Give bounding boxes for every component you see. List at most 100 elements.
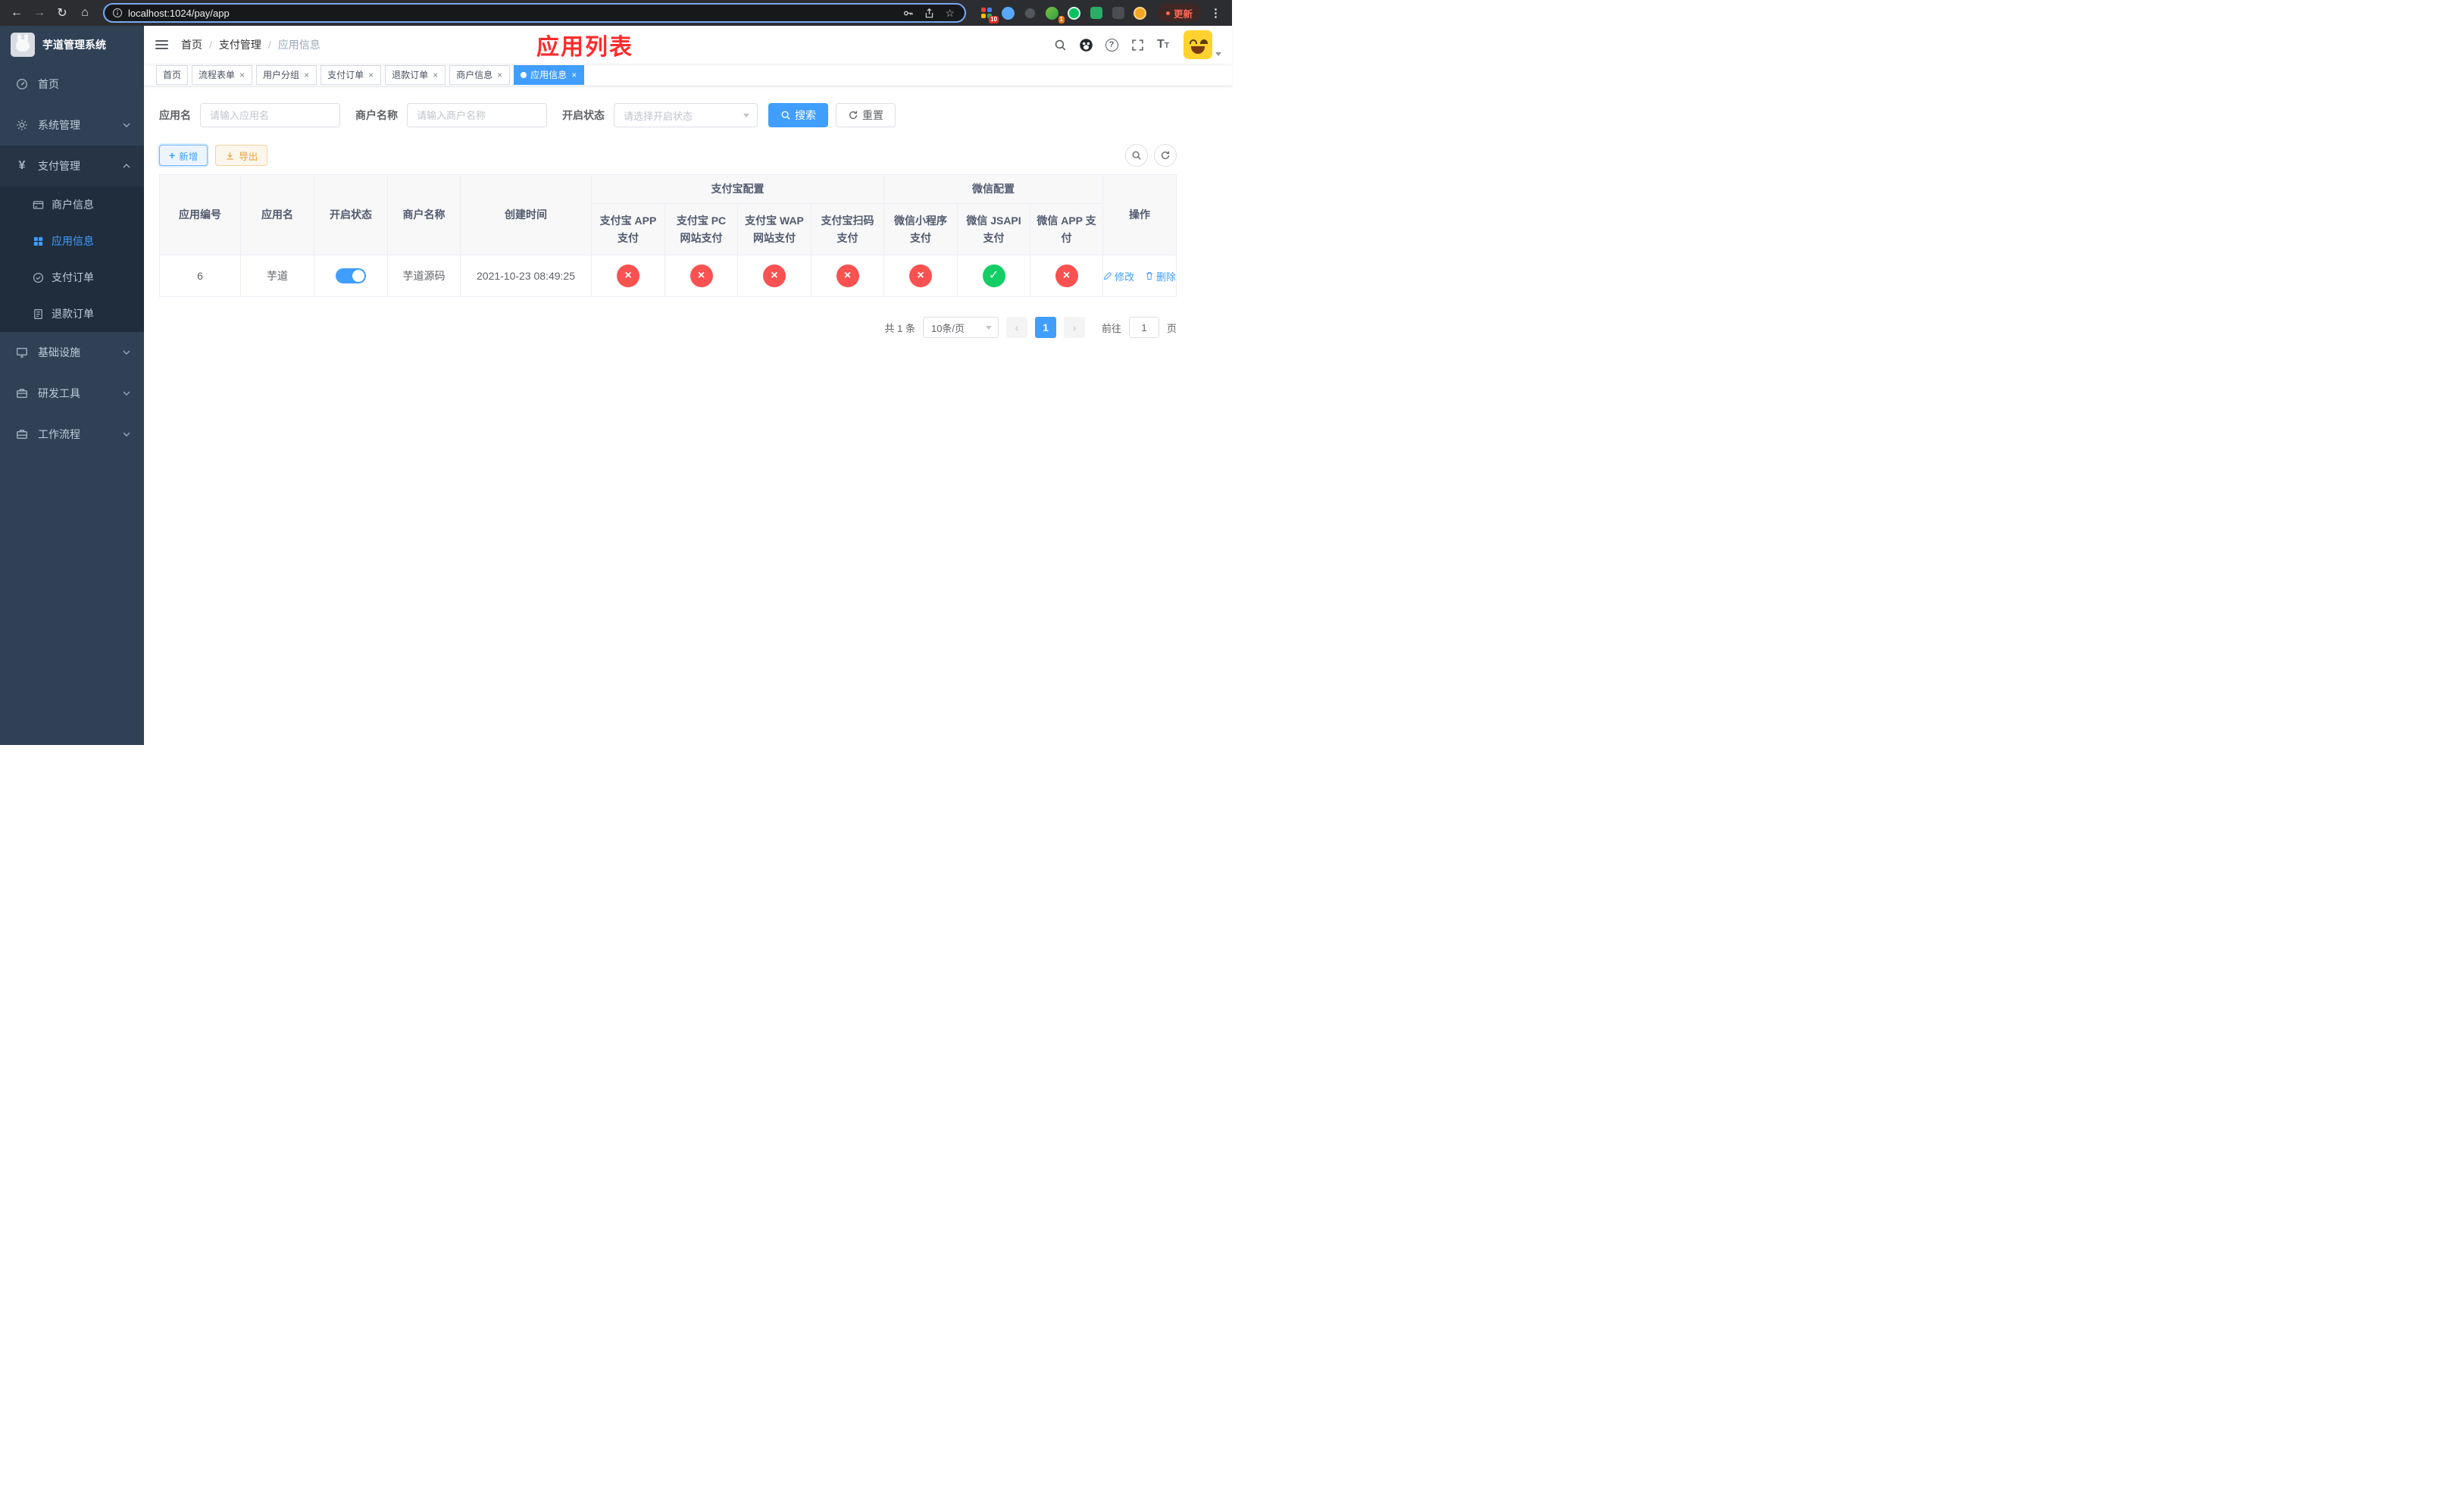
close-icon[interactable]: × [239, 70, 245, 80]
green-chat-extension-icon[interactable] [1088, 5, 1105, 21]
order-icon [32, 272, 44, 283]
alipay-qr-status-icon: × [836, 265, 859, 287]
user-menu[interactable] [1184, 30, 1221, 59]
search-button-label: 搜索 [795, 109, 816, 121]
logo-title: 芋道管理系统 [42, 39, 106, 51]
wx-app-status-icon: × [1055, 265, 1078, 287]
delete-link[interactable]: 删除 [1145, 269, 1176, 283]
face-extension-icon[interactable] [1132, 5, 1149, 21]
col-header-wx-jsapi: 微信 JSAPI 支付 [957, 203, 1030, 255]
dark-extension-icon[interactable] [1022, 5, 1039, 21]
sidebar-item-merchant-info[interactable]: 商户信息 [0, 186, 144, 223]
tab-payment-orders[interactable]: 支付订单 × [321, 64, 382, 85]
sidebar-item-home[interactable]: 首页 [0, 64, 144, 105]
extensions-tray: 10 1 [974, 5, 1153, 23]
parrot-extension-icon[interactable]: 1 [1044, 5, 1065, 23]
sidebar-item-system[interactable]: 系统管理 [0, 105, 144, 146]
cell-name: 芋道 [240, 255, 314, 297]
prev-page-button[interactable]: ‹ [1005, 317, 1027, 338]
extensions-grid-icon[interactable]: 10 [978, 5, 999, 23]
sidebar-item-dev-tools[interactable]: 研发工具 [0, 373, 144, 414]
close-icon[interactable]: × [432, 70, 439, 80]
sidebar-item-refund-orders[interactable]: 退款订单 [0, 296, 144, 332]
github-icon[interactable] [1076, 35, 1096, 55]
filter-form: 应用名 商户名称 开启状态 请选择开启状态 搜索 [159, 103, 1177, 127]
breadcrumb-current: 应用信息 [277, 39, 321, 51]
export-button-label: 导出 [239, 151, 258, 162]
sidebar-item-label: 应用信息 [52, 235, 94, 247]
font-size-icon[interactable]: TT [1153, 35, 1173, 55]
wechat-devtools-extension-icon[interactable] [1066, 5, 1083, 21]
plus-icon: + [169, 149, 176, 161]
hamburger-icon[interactable] [144, 26, 180, 64]
sidebar-item-payment[interactable]: ¥ 支付管理 [0, 146, 144, 186]
browser-update-button[interactable]: 更新 [1157, 4, 1201, 22]
sidebar-item-infrastructure[interactable]: 基础设施 [0, 332, 144, 373]
help-icon[interactable]: ? [1102, 35, 1121, 55]
star-icon[interactable]: ☆ [943, 7, 957, 20]
sidebar-logo[interactable]: 芋道管理系统 [0, 26, 144, 64]
chevron-down-icon [743, 113, 749, 117]
col-header-alipay-app: 支付宝 APP 支付 [591, 203, 665, 255]
pin-extension-icon[interactable] [1110, 5, 1127, 21]
status-select[interactable]: 请选择开启状态 [614, 103, 758, 127]
page-1-button[interactable]: 1 [1034, 317, 1056, 338]
tags-view: 首页 流程表单 × 用户分组 × 支付订单 × 退款订单 × 商户信息 × 应用… [144, 64, 1232, 86]
toggle-search-icon[interactable] [1125, 144, 1148, 167]
sidebar-item-workflow[interactable]: 工作流程 [0, 414, 144, 455]
address-bar[interactable]: localhost:1024/pay/app ☆ [103, 3, 966, 23]
col-header-alipay-wap: 支付宝 WAP 网站支付 [737, 203, 811, 255]
info-icon[interactable] [112, 8, 123, 18]
back-icon[interactable]: ← [6, 2, 27, 23]
next-page-button[interactable]: › [1063, 317, 1085, 338]
goto-page-input[interactable] [1128, 317, 1159, 338]
enabled-switch[interactable] [336, 268, 366, 283]
merchant-name-input[interactable] [407, 103, 547, 127]
sidebar-item-app-info[interactable]: 应用信息 [0, 223, 144, 259]
tab-app-info[interactable]: 应用信息 × [514, 64, 585, 85]
search-icon[interactable] [1050, 35, 1070, 55]
breadcrumb-home[interactable]: 首页 [181, 37, 202, 52]
breadcrumb-separator: / [267, 39, 271, 51]
tab-home[interactable]: 首页 [156, 64, 189, 85]
reload-icon[interactable]: ↻ [52, 2, 73, 23]
tab-merchant-info[interactable]: 商户信息 × [449, 64, 511, 85]
sidebar-item-label: 基础设施 [38, 346, 80, 358]
breadcrumb-separator: / [209, 39, 212, 51]
bank-card-icon [32, 199, 44, 211]
sidebar-item-payment-orders[interactable]: 支付订单 [0, 259, 144, 296]
home-icon[interactable]: ⌂ [74, 2, 95, 23]
share-icon[interactable] [921, 8, 937, 19]
app-name-input[interactable] [200, 103, 340, 127]
search-button[interactable]: 搜索 [768, 103, 828, 127]
breadcrumb-payment[interactable]: 支付管理 [219, 37, 261, 52]
url-text: localhost:1024/pay/app [128, 7, 230, 19]
edit-link[interactable]: 修改 [1103, 269, 1134, 283]
reset-button[interactable]: 重置 [836, 103, 896, 127]
forward-icon[interactable]: → [29, 2, 50, 23]
col-header-id: 应用编号 [159, 174, 241, 255]
chevron-down-icon [123, 391, 130, 396]
tab-user-group[interactable]: 用户分组 × [256, 64, 317, 85]
water-drop-extension-icon[interactable] [1000, 5, 1017, 21]
active-dot [521, 71, 527, 78]
refresh-icon[interactable] [1154, 144, 1177, 167]
key-icon[interactable] [900, 8, 916, 19]
app-table: 应用编号 应用名 开启状态 商户名称 创建时间 支付宝配置 微信配置 操作 支付… [159, 174, 1177, 297]
close-icon[interactable]: × [571, 70, 577, 80]
fullscreen-icon[interactable] [1127, 35, 1147, 55]
tab-label: 退款订单 [392, 70, 429, 80]
close-icon[interactable]: × [367, 70, 374, 80]
sidebar-item-label: 系统管理 [38, 119, 80, 131]
add-button[interactable]: + 新增 [159, 145, 208, 166]
close-icon[interactable]: × [303, 70, 310, 80]
kebab-menu-icon[interactable]: ⋮ [1205, 6, 1226, 20]
close-icon[interactable]: × [496, 70, 503, 80]
export-button[interactable]: 导出 [215, 145, 268, 166]
tab-process-form[interactable]: 流程表单 × [192, 64, 253, 85]
breadcrumb: 首页 / 支付管理 / 应用信息 [181, 37, 321, 52]
tab-refund-orders[interactable]: 退款订单 × [385, 64, 446, 85]
page-size-select[interactable]: 10条/页 [922, 317, 999, 338]
yen-icon: ¥ [18, 159, 26, 172]
chevron-down-icon [985, 325, 992, 330]
